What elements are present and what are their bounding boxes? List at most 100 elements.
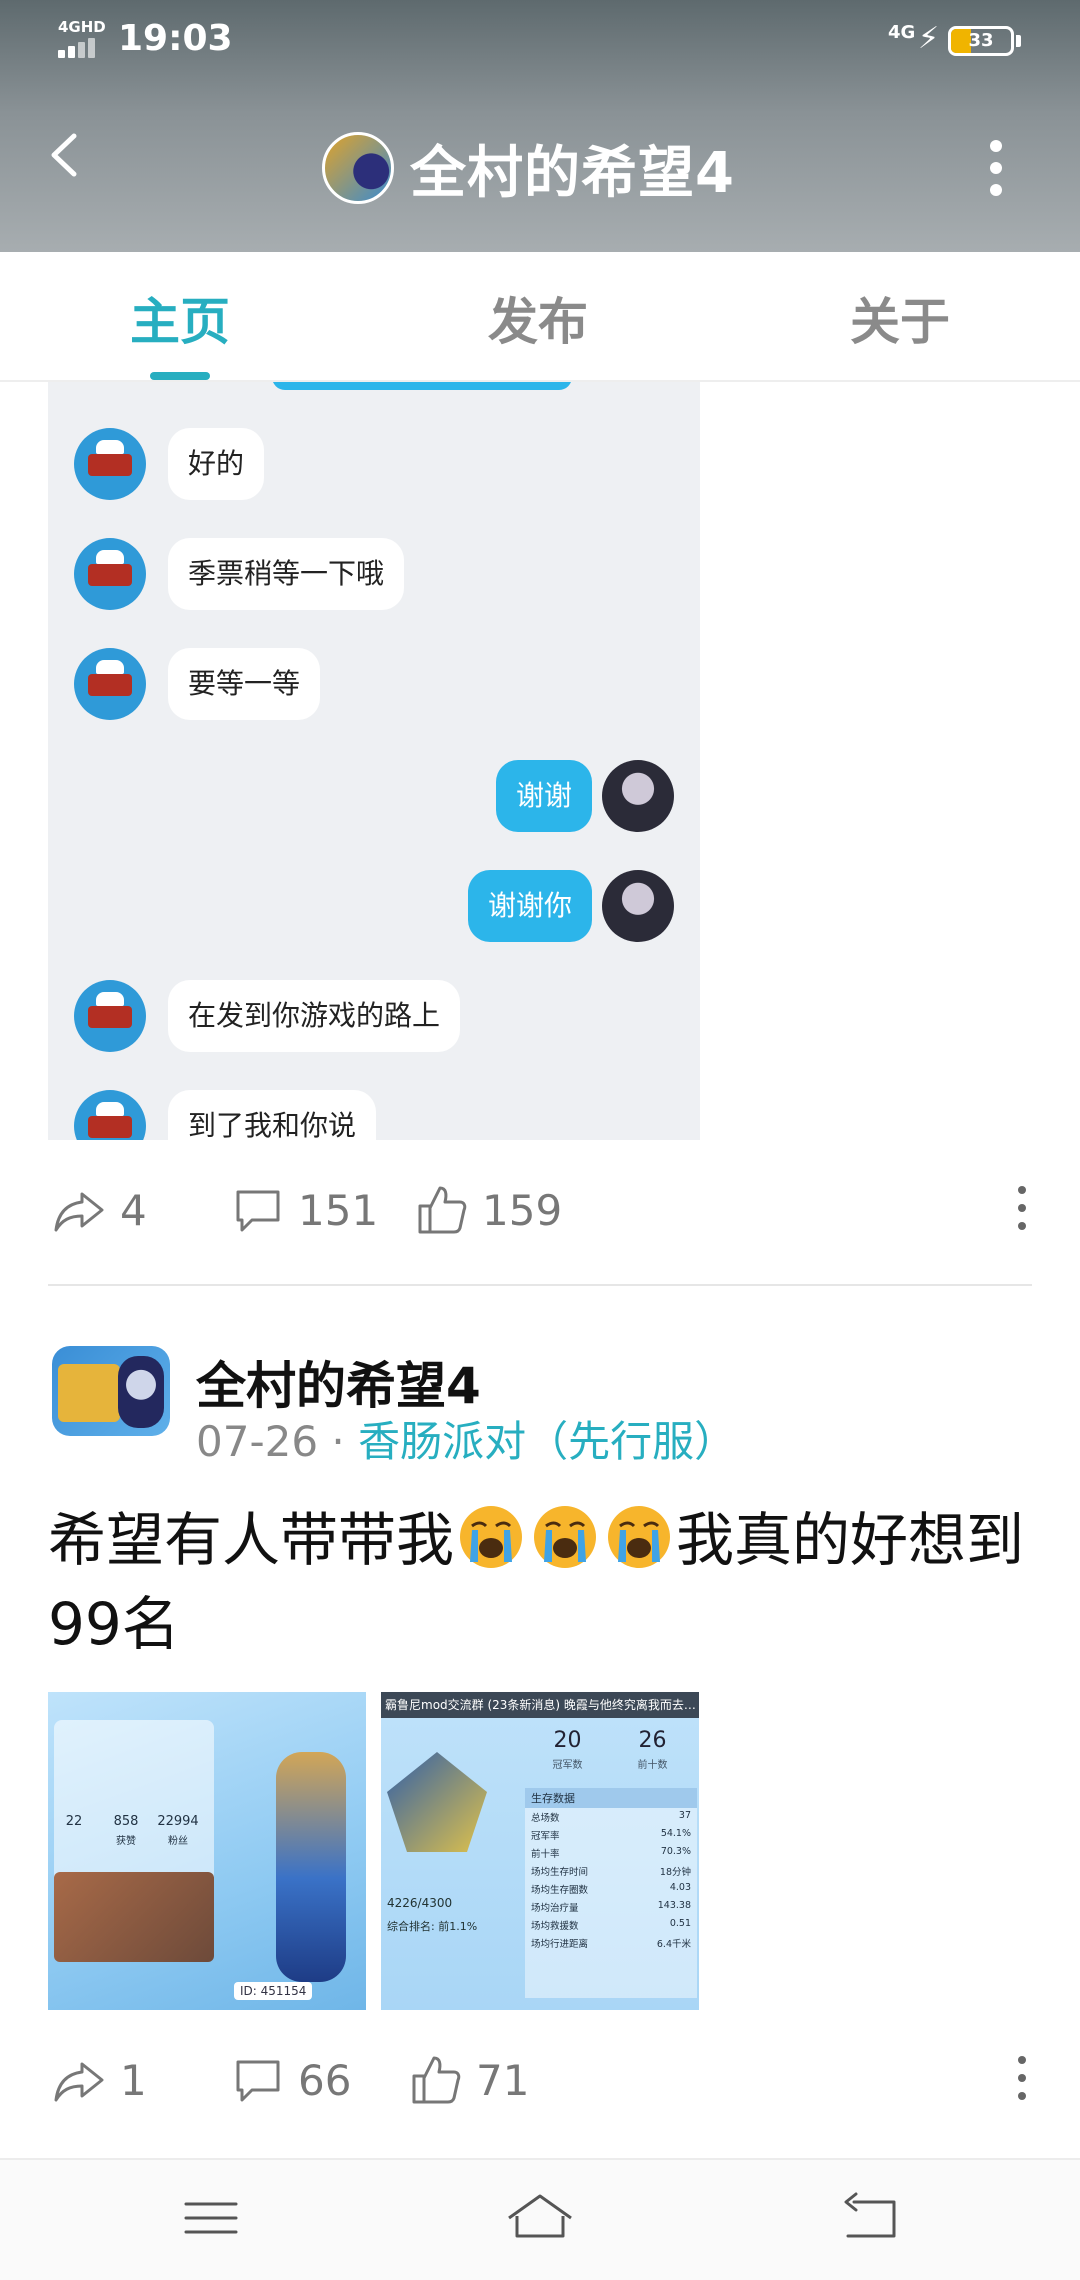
- chat-message: 要等一等: [48, 644, 700, 724]
- comment-count: 151: [298, 1185, 379, 1235]
- stats-table-row: 冠军率 54.1%: [525, 1826, 697, 1844]
- chat-message: 到了我和你说: [48, 1086, 700, 1140]
- share-button[interactable]: 4: [52, 1182, 147, 1238]
- share-count: 1: [120, 2055, 147, 2105]
- chat-bubble: 谢谢你: [467, 870, 592, 942]
- charging-icon: ⚡: [918, 21, 940, 56]
- comment-button[interactable]: 151: [230, 1182, 378, 1238]
- stats-row-label: 场均行进距离: [531, 1939, 589, 1950]
- like-button[interactable]: 71: [408, 2052, 529, 2108]
- player-id: ID: 451154: [234, 1982, 313, 2000]
- self-avatar: [602, 870, 674, 942]
- share-count: 4: [120, 1185, 147, 1235]
- back-button[interactable]: [40, 130, 90, 180]
- sender-avatar: [74, 648, 146, 720]
- stats-table-row: 场均生存时间 18分钟: [525, 1862, 697, 1880]
- cartoon-image: [54, 1872, 214, 1962]
- tab-publish[interactable]: 发布: [488, 282, 588, 354]
- chevron-left-icon: [51, 133, 77, 177]
- page-title: 全村的希望4: [410, 140, 735, 206]
- stats-table: 生存数据 总场数 37 冠军率 54.1% 前十率 70.3% 场均生存时间 18分钟 场均生存…: [525, 1788, 697, 1998]
- post-image-stats[interactable]: 霸鲁尼mod交流群 (23条新消息) 晚霞与他终究离我而去… 4226/4300…: [381, 1692, 699, 2010]
- post-image-profile[interactable]: 22 858 22994 获赞 粉丝 ID: 451154: [48, 1692, 366, 2010]
- stats-row-value: 37: [678, 1810, 691, 1821]
- clock: 19:03: [118, 18, 233, 59]
- notification-banner: 霸鲁尼mod交流群 (23条新消息) 晚霞与他终究离我而去…: [381, 1692, 699, 1718]
- stats-row-label: 场均救援数: [531, 1921, 579, 1932]
- post-image-chat-screenshot[interactable]: 好的 季票稍等一下哦 要等一等 谢谢 谢谢你 在发到你游戏的路上 到了我和你说: [48, 382, 700, 1140]
- stats-table-row: 场均救援数 0.51: [525, 1916, 697, 1934]
- more-vertical-icon: [1014, 2056, 1030, 2100]
- chat-bubble: 好的: [168, 428, 265, 500]
- like-count: 159: [482, 1185, 563, 1235]
- sender-avatar: [74, 980, 146, 1052]
- app-header: 4GHD 19:03 4G ⚡ 33 全村的希望4: [0, 0, 1080, 252]
- self-avatar: [602, 760, 674, 832]
- game-character: [276, 1752, 346, 1982]
- crying-face-icon: [460, 1506, 523, 1568]
- comment-count: 66: [298, 2055, 352, 2105]
- chat-bubble: 季票稍等一下哦: [168, 538, 405, 610]
- header-title-group: 全村的希望4: [322, 128, 735, 208]
- stats-row-value: 4.03: [669, 1882, 691, 1893]
- more-options-button[interactable]: [986, 140, 1006, 200]
- tab-about[interactable]: 关于: [850, 282, 950, 354]
- post-divider: [48, 1284, 1032, 1286]
- topic-link[interactable]: 香肠派对（先行服）: [358, 1417, 736, 1466]
- post-text[interactable]: 希望有人带带我 我真的好想到99名: [48, 1498, 1032, 1666]
- menu-button[interactable]: [176, 2188, 246, 2248]
- thumbs-up-icon: [412, 2056, 461, 2104]
- tab-bar: 主页 发布 关于: [0, 252, 1080, 382]
- stats-row-value: 70.3%: [660, 1846, 691, 1857]
- thumbs-up-icon: [418, 1186, 467, 1234]
- stats-row-value: 143.38: [657, 1900, 691, 1911]
- stats-row-label: 场均生存时间: [531, 1867, 589, 1878]
- stats-table-row: 总场数 37: [525, 1808, 697, 1826]
- chat-bubble: 谢谢: [495, 760, 592, 832]
- like-button[interactable]: 159: [414, 1182, 562, 1238]
- battery-tip: [1016, 35, 1021, 47]
- share-arrow-icon: [54, 2062, 104, 2102]
- stats-table-row: 场均行进距离 6.4千米: [525, 1934, 697, 1952]
- stats-row-label: 冠军率: [531, 1831, 560, 1842]
- stats-row-label: 场均治疗量: [531, 1903, 579, 1914]
- author-avatar[interactable]: [52, 1346, 170, 1436]
- chat-bubble: 到了我和你说: [168, 1090, 377, 1140]
- post-date: 07-26: [196, 1417, 319, 1466]
- chat-message: 谢谢你: [48, 866, 700, 946]
- community-avatar: [322, 132, 394, 204]
- meta-separator: ·: [331, 1417, 345, 1466]
- battery-level: 33: [968, 30, 994, 51]
- home-button[interactable]: [505, 2188, 575, 2248]
- menu-icon: [184, 2202, 238, 2234]
- post1-action-bar: 4 151 159: [0, 1174, 1080, 1254]
- more-vertical-icon: [986, 140, 1006, 196]
- post2-action-bar: 1 66 71: [0, 2044, 1080, 2124]
- share-button[interactable]: 1: [52, 2052, 147, 2108]
- profile-stat-labels: 获赞 粉丝: [116, 1836, 188, 1847]
- active-tab-indicator: [150, 372, 210, 380]
- stats-row-value: 54.1%: [660, 1828, 691, 1839]
- tab-home[interactable]: 主页: [130, 282, 230, 354]
- network-type-right: 4G: [888, 22, 916, 43]
- stats-row-value: 18分钟: [659, 1867, 691, 1878]
- back-icon: [844, 2192, 896, 2238]
- crying-face-icon: [608, 1506, 671, 1568]
- chat-message: 好的: [48, 424, 700, 504]
- back-nav-button[interactable]: [834, 2188, 904, 2248]
- chat-bubble: 在发到你游戏的路上: [168, 980, 461, 1052]
- like-count: 71: [476, 2055, 530, 2105]
- comment-button[interactable]: 66: [230, 2052, 351, 2108]
- post-more-button[interactable]: [1014, 1186, 1030, 1242]
- crying-face-icon: [534, 1506, 597, 1568]
- rank-score: 4226/4300: [387, 1896, 453, 1910]
- post-more-button[interactable]: [1014, 2056, 1030, 2112]
- comment-icon: [236, 1190, 280, 1232]
- sender-avatar: [74, 428, 146, 500]
- stats-row-value: 0.51: [669, 1918, 691, 1929]
- chat-message: 季票稍等一下哦: [48, 534, 700, 614]
- stats-row-label: 总场数: [531, 1813, 560, 1824]
- stats-table-row: 场均治疗量 143.38: [525, 1898, 697, 1916]
- sender-avatar: [74, 1090, 146, 1140]
- big-number-labels: 冠军数 前十数: [552, 1760, 668, 1771]
